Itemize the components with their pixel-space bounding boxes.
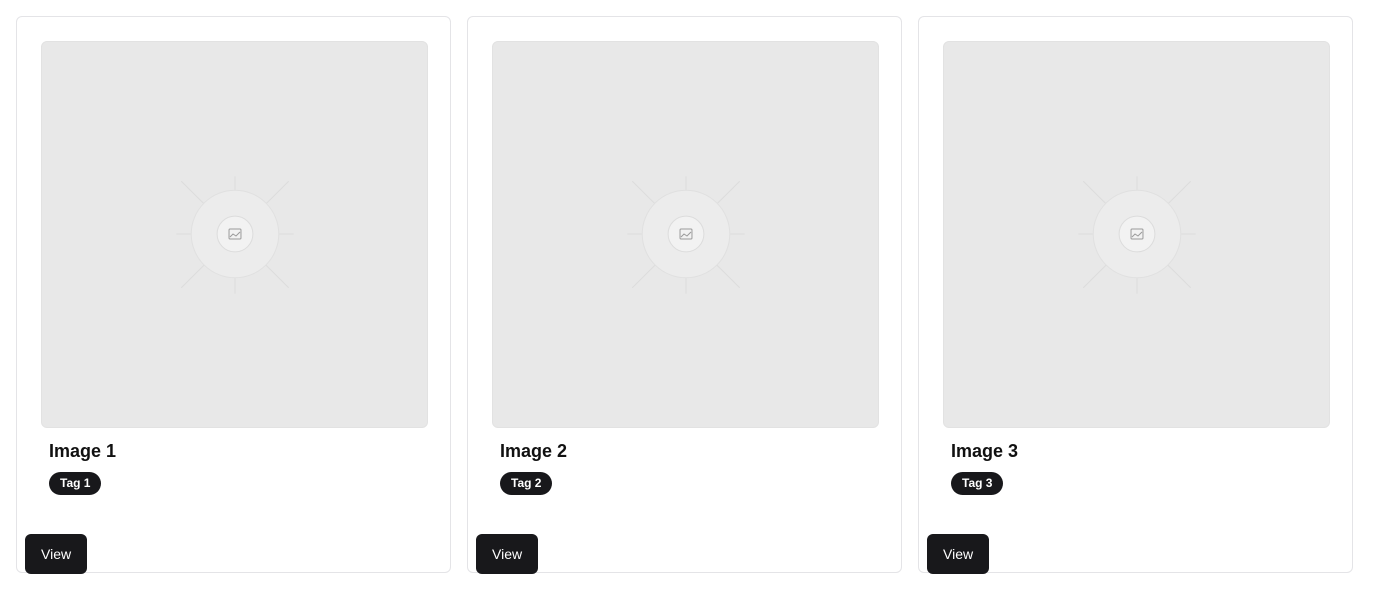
image-card-grid: Image 1 Tag 1 View Image 2 Tag 2 View Im… <box>16 16 1353 574</box>
image-card: Image 2 Tag 2 View <box>467 16 902 574</box>
image-card: Image 3 Tag 3 View <box>918 16 1353 574</box>
tag-badge: Tag 2 <box>500 472 553 495</box>
image-placeholder-icon <box>627 176 745 294</box>
view-button[interactable]: View <box>25 534 88 574</box>
view-button[interactable]: View <box>476 534 539 574</box>
view-button[interactable]: View <box>927 534 990 574</box>
tag-badge: Tag 3 <box>951 472 1004 495</box>
image-card: Image 1 Tag 1 View <box>16 16 451 574</box>
card-title: Image 3 <box>951 441 1019 461</box>
image-placeholder <box>943 41 1330 428</box>
image-placeholder-icon <box>1078 176 1196 294</box>
image-placeholder <box>41 41 428 428</box>
card-title: Image 2 <box>500 441 568 461</box>
tag-badge: Tag 1 <box>49 472 102 495</box>
image-placeholder <box>492 41 879 428</box>
image-placeholder-icon <box>176 176 294 294</box>
card-title: Image 1 <box>49 441 117 461</box>
